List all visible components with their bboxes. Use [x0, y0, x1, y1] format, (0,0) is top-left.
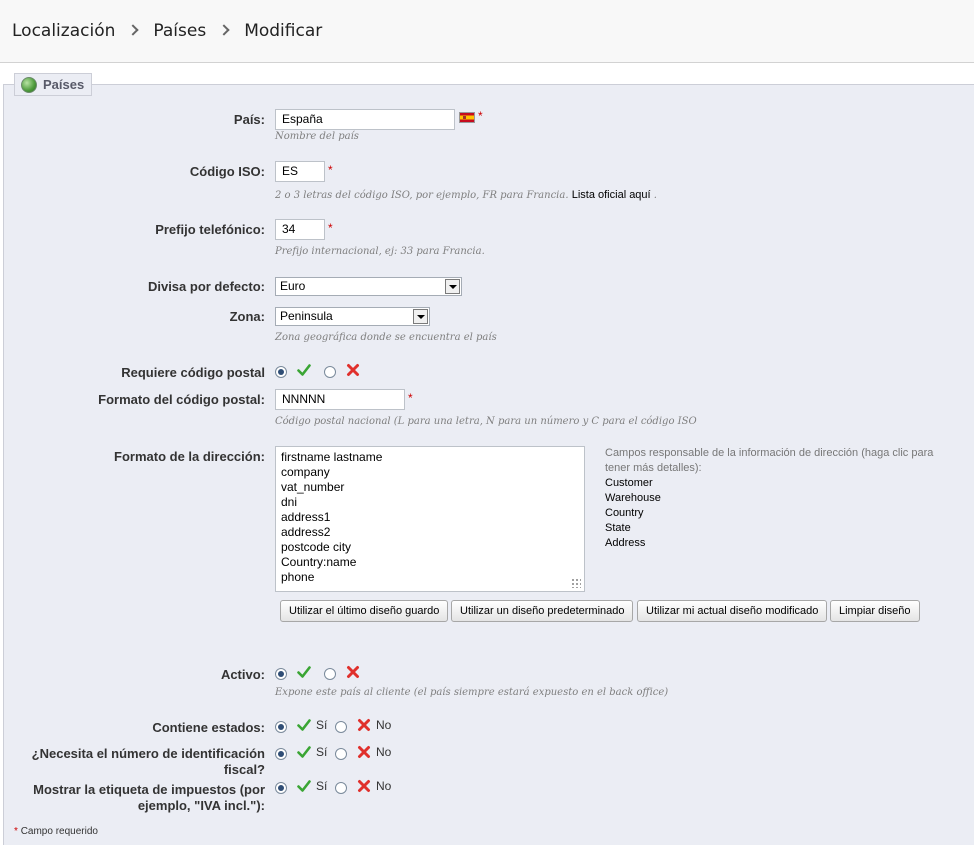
address-field-link[interactable]: Address	[605, 536, 935, 551]
country-label: País:	[233, 112, 265, 127]
chevron-right-icon	[218, 24, 230, 36]
use-current-layout-button[interactable]: Utilizar mi actual diseño modificado	[637, 600, 828, 622]
states-yes-label: Sí	[316, 718, 328, 732]
address-field-link[interactable]: State	[605, 521, 935, 536]
zip-required-no-radio[interactable]	[324, 366, 336, 378]
zone-select[interactable]: Peninsula	[275, 307, 430, 326]
address-line: firstname lastname	[281, 450, 383, 464]
cross-icon	[357, 779, 371, 793]
zone-selected-value: Peninsula	[280, 309, 333, 323]
check-icon	[297, 779, 311, 793]
toolbar: Localización Países Modificar	[0, 0, 974, 63]
address-line: phone	[281, 570, 315, 584]
tax-id-no-radio[interactable]	[335, 748, 347, 760]
iso-code-input[interactable]: ES	[275, 161, 325, 182]
tax-label-no-label: No	[376, 779, 392, 793]
required-mark: *	[14, 826, 18, 837]
iso-official-list-link[interactable]: Lista oficial aquí	[572, 189, 651, 201]
chevron-right-icon	[127, 24, 140, 36]
currency-selected-value: Euro	[280, 279, 306, 293]
required-mark: *	[408, 391, 413, 405]
check-icon	[297, 745, 311, 759]
address-line: company	[281, 465, 330, 479]
address-line: dni	[281, 495, 298, 509]
iso-label: Código ISO:	[189, 164, 265, 179]
address-field-link[interactable]: Customer	[605, 476, 935, 491]
address-fields-list: Customer Warehouse Country State Address	[605, 476, 935, 551]
dropdown-arrow-icon	[413, 309, 428, 324]
check-icon	[297, 363, 311, 377]
address-field-link[interactable]: Country	[605, 506, 935, 521]
address-line: vat_number	[281, 480, 345, 494]
required-mark: *	[328, 221, 333, 235]
section-title: Países	[43, 77, 85, 92]
tax-label-yes-radio[interactable]	[275, 782, 287, 794]
tax-id-label: ¿Necesita el número de identificación fi…	[31, 746, 265, 777]
resize-grip-icon[interactable]	[571, 578, 581, 588]
globe-icon	[21, 76, 37, 93]
required-field-note: * Campo requerido	[14, 826, 98, 837]
iso-hint-end: .	[653, 190, 657, 201]
breadcrumb-item-localizacion[interactable]: Localización	[12, 21, 115, 41]
zone-hint: Zona geográfica donde se encuentra el pa…	[275, 332, 497, 343]
cross-icon	[346, 665, 360, 679]
use-last-saved-layout-button[interactable]: Utilizar el último diseño guardo	[280, 600, 449, 622]
tax-label-label: Mostrar la etiqueta de impuestos (por ej…	[33, 782, 265, 813]
use-default-layout-button[interactable]: Utilizar un diseño predeterminado	[451, 600, 634, 622]
iso-hint-text: 2 o 3 letras del código ISO, por ejemplo…	[275, 190, 569, 201]
breadcrumb-item-paises[interactable]: Países	[153, 21, 206, 41]
zip-required-label: Requiere código postal	[121, 365, 265, 380]
address-line: address2	[281, 525, 331, 539]
address-field-link[interactable]: Warehouse	[605, 491, 935, 506]
dropdown-arrow-icon	[445, 279, 460, 294]
states-no-label: No	[376, 718, 392, 732]
cross-icon	[357, 718, 371, 732]
phone-prefix-label: Prefijo telefónico:	[155, 222, 265, 237]
section-legend: Países	[14, 73, 93, 96]
required-mark: *	[478, 109, 483, 123]
check-icon	[297, 718, 311, 732]
address-fields-note-text: Campos responsable de la información de …	[605, 447, 934, 474]
clear-layout-button[interactable]: Limpiar diseño	[830, 600, 920, 622]
active-no-radio[interactable]	[324, 668, 336, 680]
breadcrumb-item-modificar: Modificar	[244, 21, 323, 41]
cross-icon	[357, 745, 371, 759]
currency-select[interactable]: Euro	[275, 277, 462, 296]
active-yes-radio[interactable]	[275, 668, 287, 680]
zone-label: Zona:	[229, 309, 265, 324]
zip-required-yes-radio[interactable]	[275, 366, 287, 378]
cross-icon	[346, 363, 360, 377]
address-format-textarea[interactable]: firstname lastname company vat_number dn…	[275, 446, 585, 592]
country-hint: Nombre del país	[275, 131, 359, 142]
address-line: address1	[281, 510, 331, 524]
active-label: Activo:	[220, 667, 265, 682]
country-name-input[interactable]: España	[275, 109, 455, 130]
required-mark: *	[328, 163, 333, 177]
address-line: Country:name	[281, 555, 357, 569]
active-hint: Expone este país al cliente (el país sie…	[275, 687, 669, 698]
required-field-text: Campo requerido	[20, 826, 98, 837]
spain-flag-icon	[459, 112, 475, 123]
zip-format-label: Formato del código postal:	[98, 392, 265, 407]
phone-prefix-input[interactable]: 34	[275, 219, 325, 240]
states-no-radio[interactable]	[335, 721, 347, 733]
zip-format-input[interactable]: NNNNN	[275, 389, 405, 410]
address-format-label: Formato de la dirección:	[114, 449, 265, 464]
address-fields-note: Campos responsable de la información de …	[605, 446, 935, 551]
tax-id-yes-label: Sí	[316, 745, 328, 759]
tax-label-no-radio[interactable]	[335, 782, 347, 794]
iso-hint: 2 o 3 letras del código ISO, por ejemplo…	[275, 189, 657, 201]
tax-id-no-label: No	[376, 745, 392, 759]
zip-format-hint: Código postal nacional (L para una letra…	[275, 416, 697, 427]
phone-hint: Prefijo internacional, ej: 33 para Franc…	[275, 246, 485, 257]
breadcrumb: Localización Países Modificar	[12, 20, 322, 41]
states-yes-radio[interactable]	[275, 721, 287, 733]
tax-id-yes-radio[interactable]	[275, 748, 287, 760]
address-line: postcode city	[281, 540, 352, 554]
check-icon	[297, 665, 311, 679]
currency-label: Divisa por defecto:	[147, 279, 265, 294]
tax-label-yes-label: Sí	[316, 779, 328, 793]
contains-states-label: Contiene estados:	[152, 720, 265, 735]
